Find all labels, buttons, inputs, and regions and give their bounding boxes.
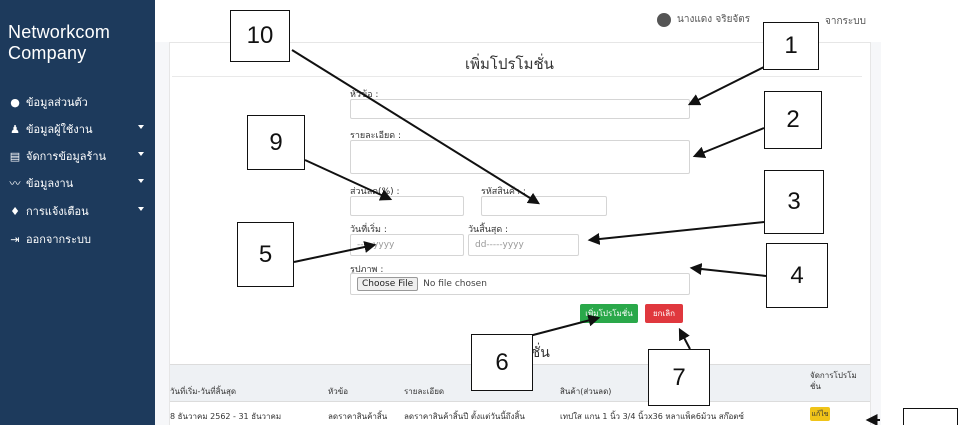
callout-6: 6 — [471, 334, 533, 391]
callout-8-partial — [903, 408, 958, 425]
callout-1: 1 — [763, 22, 819, 70]
callout-10: 10 — [230, 10, 290, 62]
callout-5: 5 — [237, 222, 294, 287]
arrow-2 — [692, 127, 765, 158]
arrow-10 — [291, 49, 541, 205]
arrow-7 — [678, 327, 691, 350]
arrow-4 — [689, 263, 767, 277]
arrow-5 — [293, 241, 377, 263]
callout-7: 7 — [648, 349, 710, 406]
arrow-9 — [304, 159, 393, 201]
screenshot-stage: Networkcom Company ● ข้อมูลส่วนตัว ♟ ข้อ… — [0, 0, 958, 425]
arrow-1 — [687, 63, 771, 106]
arrow-3 — [587, 221, 765, 245]
callout-2: 2 — [764, 91, 822, 149]
callout-9: 9 — [247, 115, 305, 170]
callout-3: 3 — [764, 170, 824, 234]
callout-4: 4 — [766, 243, 828, 308]
